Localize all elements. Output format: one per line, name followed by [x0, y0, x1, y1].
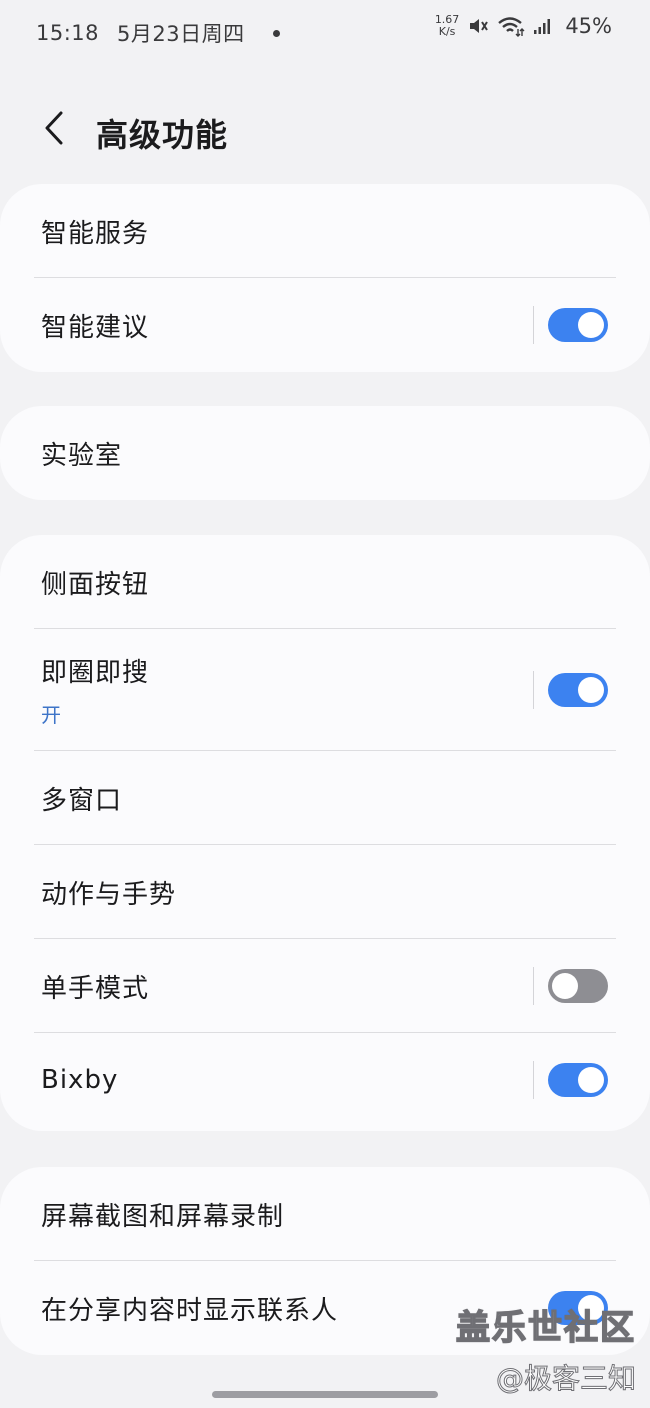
status-left: 15:18 5月23日周四: [36, 18, 280, 48]
settings-group-1: 智能服务 智能建议: [0, 184, 650, 372]
home-indicator[interactable]: [212, 1391, 438, 1398]
settings-group-4: 屏幕截图和屏幕录制 在分享内容时显示联系人: [0, 1167, 650, 1355]
smart-suggestions-toggle[interactable]: [548, 308, 608, 342]
vertical-separator: [533, 306, 534, 344]
list-item-label: 实验室: [41, 440, 123, 471]
list-item-label: Bixby: [41, 1065, 119, 1095]
list-item-bixby[interactable]: Bixby: [0, 1033, 650, 1127]
circle-to-search-toggle[interactable]: [548, 673, 608, 707]
status-bar: 15:18 5月23日周四 1.67 K/s 45%: [0, 0, 650, 62]
toggle-knob: [578, 677, 604, 703]
signal-icon: [533, 17, 553, 35]
bixby-toggle[interactable]: [548, 1063, 608, 1097]
net-speed-unit: K/s: [438, 25, 456, 38]
list-item-label: 智能建议: [41, 312, 150, 343]
list-item-one-handed-mode[interactable]: 单手模式: [0, 939, 650, 1033]
watermark-author: @极客三知: [495, 1362, 636, 1396]
wifi-icon: [497, 15, 525, 37]
one-handed-mode-toggle[interactable]: [548, 969, 608, 1003]
vertical-separator: [533, 671, 534, 709]
toggle-knob: [552, 973, 578, 999]
list-item-labs[interactable]: 实验室: [0, 406, 650, 500]
status-right: 1.67 K/s 45%: [435, 14, 612, 39]
list-item-label: 即圈即搜: [41, 658, 150, 688]
toggle-knob: [578, 1295, 604, 1321]
mute-icon: [467, 15, 489, 37]
list-item-label: 侧面按钮: [41, 569, 150, 600]
page-header: 高级功能: [0, 100, 650, 164]
battery-level: 45%: [565, 14, 612, 38]
list-item-screenshots-recording[interactable]: 屏幕截图和屏幕录制: [0, 1167, 650, 1261]
toggle-knob: [578, 1067, 604, 1093]
list-item-side-button[interactable]: 侧面按钮: [0, 535, 650, 629]
status-date: 5月23日周四: [117, 22, 245, 46]
list-item-smart-services[interactable]: 智能服务: [0, 184, 650, 278]
list-item-circle-to-search[interactable]: 即圈即搜 开: [0, 629, 650, 751]
settings-group-3: 侧面按钮 即圈即搜 开 多窗口 动作与手势 单手模式 Bixby: [0, 535, 650, 1131]
net-speed: 1.67 K/s: [435, 14, 460, 38]
list-item-label: 多窗口: [41, 785, 123, 816]
list-item-label: 在分享内容时显示联系人: [41, 1295, 339, 1326]
show-contacts-sharing-toggle[interactable]: [548, 1291, 608, 1325]
list-item-show-contacts-sharing[interactable]: 在分享内容时显示联系人: [0, 1261, 650, 1355]
list-item-label: 动作与手势: [41, 879, 177, 910]
list-item-smart-suggestions[interactable]: 智能建议: [0, 278, 650, 372]
list-item-label: 智能服务: [41, 218, 150, 249]
chevron-left-icon: [42, 110, 66, 150]
list-item-status: 开: [41, 703, 61, 727]
list-item-label: 单手模式: [41, 973, 150, 1004]
status-time: 15:18: [36, 21, 100, 45]
notification-dot: [272, 29, 280, 37]
back-button[interactable]: [32, 108, 76, 152]
settings-group-2: 实验室: [0, 406, 650, 500]
page-title: 高级功能: [96, 116, 229, 154]
list-item-multi-window[interactable]: 多窗口: [0, 751, 650, 845]
vertical-separator: [533, 1061, 534, 1099]
list-item-label: 屏幕截图和屏幕录制: [41, 1201, 285, 1232]
list-item-label-wrap: 即圈即搜 开: [41, 652, 149, 728]
list-item-motions-gestures[interactable]: 动作与手势: [0, 845, 650, 939]
toggle-knob: [578, 312, 604, 338]
vertical-separator: [533, 967, 534, 1005]
